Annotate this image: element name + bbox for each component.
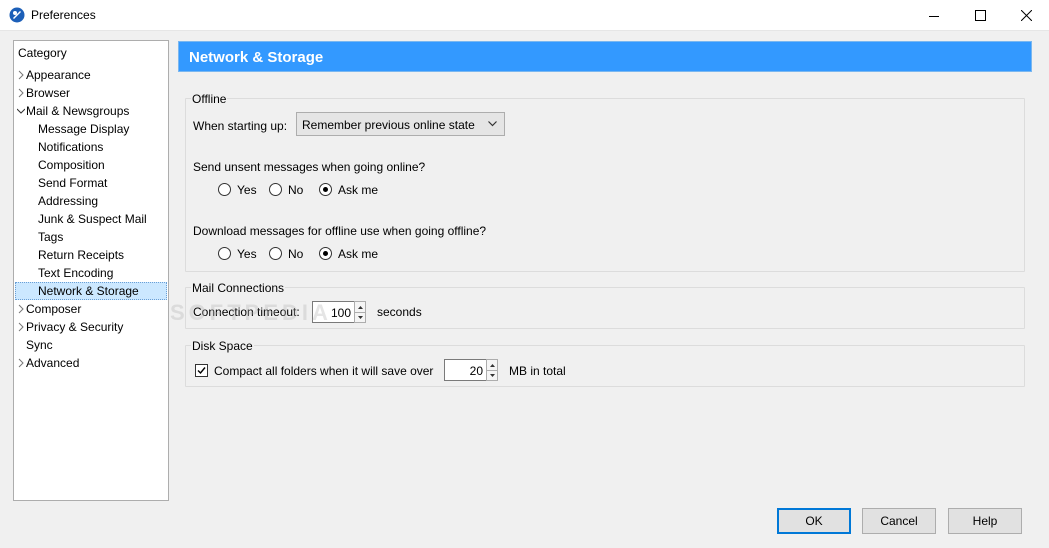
- send-yes-radio[interactable]: [218, 183, 231, 196]
- download-yes-label[interactable]: Yes: [237, 247, 257, 261]
- tree-item-notifications[interactable]: Notifications: [15, 138, 167, 156]
- compact-threshold-stepper[interactable]: 20: [444, 359, 498, 381]
- category-header: Category: [18, 46, 67, 60]
- tree-item-addressing[interactable]: Addressing: [15, 192, 167, 210]
- download-askme-radio[interactable]: [319, 247, 332, 260]
- tree-item-browser[interactable]: Browser: [15, 84, 167, 102]
- send-no-radio[interactable]: [269, 183, 282, 196]
- window-title: Preferences: [31, 8, 96, 22]
- chevron-right-icon[interactable]: [17, 304, 25, 314]
- maximize-icon: [974, 10, 986, 21]
- tree-item-composer[interactable]: Composer: [15, 300, 167, 318]
- send-askme-label[interactable]: Ask me: [338, 183, 378, 197]
- tree-item-message-display[interactable]: Message Display: [15, 120, 167, 138]
- arrow-up-icon: [357, 305, 363, 309]
- page-header: Network & Storage: [178, 41, 1032, 72]
- ok-button[interactable]: OK: [777, 508, 851, 534]
- compact-folders-label[interactable]: Compact all folders when it will save ov…: [214, 364, 433, 378]
- download-no-radio[interactable]: [269, 247, 282, 260]
- compact-threshold-value: 20: [469, 364, 483, 378]
- cancel-button[interactable]: Cancel: [862, 508, 936, 534]
- tree-item-sync[interactable]: Sync: [15, 336, 167, 354]
- help-button[interactable]: Help: [948, 508, 1022, 534]
- tree-item-send-format[interactable]: Send Format: [15, 174, 167, 192]
- send-yes-label[interactable]: Yes: [237, 183, 257, 197]
- minimize-icon: [929, 15, 939, 17]
- starting-up-value: Remember previous online state: [302, 118, 475, 132]
- connection-timeout-unit: seconds: [377, 305, 422, 319]
- download-offline-question: Download messages for offline use when g…: [193, 224, 487, 238]
- download-yes-radio[interactable]: [218, 247, 231, 260]
- send-no-label[interactable]: No: [288, 183, 303, 197]
- chevron-right-icon[interactable]: [17, 358, 25, 368]
- disk-space-legend: Disk Space: [191, 339, 254, 353]
- spin-down-button[interactable]: [355, 312, 365, 322]
- arrow-down-icon: [489, 374, 495, 377]
- arrow-down-icon: [357, 316, 363, 319]
- starting-up-label: When starting up:: [193, 119, 288, 133]
- tree-item-text-encoding[interactable]: Text Encoding: [15, 264, 167, 282]
- checkmark-icon: [197, 367, 206, 375]
- tree-item-tags[interactable]: Tags: [15, 228, 167, 246]
- compact-threshold-unit: MB in total: [509, 364, 566, 378]
- page-title: Network & Storage: [189, 49, 324, 66]
- category-tree[interactable]: Category Appearance Browser Mail & Newsg…: [13, 40, 169, 501]
- tree-item-advanced[interactable]: Advanced: [15, 354, 167, 372]
- connection-timeout-value: 100: [330, 306, 351, 320]
- spin-down-button[interactable]: [487, 370, 497, 380]
- starting-up-dropdown[interactable]: Remember previous online state: [296, 112, 505, 136]
- chevron-right-icon[interactable]: [17, 88, 25, 98]
- tree-item-mail-newsgroups[interactable]: Mail & Newsgroups: [15, 102, 167, 120]
- tree-item-composition[interactable]: Composition: [15, 156, 167, 174]
- send-askme-radio[interactable]: [319, 183, 332, 196]
- chevron-down-icon: [488, 121, 497, 127]
- spin-up-button[interactable]: [355, 302, 365, 312]
- tree-item-privacy-security[interactable]: Privacy & Security: [15, 318, 167, 336]
- minimize-button[interactable]: [911, 0, 957, 31]
- chevron-right-icon[interactable]: [17, 70, 25, 80]
- arrow-up-icon: [489, 363, 495, 367]
- compact-folders-checkbox[interactable]: [195, 364, 208, 377]
- app-logo-icon: [9, 7, 25, 23]
- mail-connections-legend: Mail Connections: [191, 281, 286, 295]
- tree-item-network-storage[interactable]: Network & Storage: [15, 282, 167, 300]
- spin-up-button[interactable]: [487, 360, 497, 370]
- title-bar: Preferences: [0, 0, 1049, 31]
- close-icon: [1020, 10, 1032, 21]
- watermark-logo: SOFTPEDIA: [170, 300, 332, 325]
- tree-item-appearance[interactable]: Appearance: [15, 66, 167, 84]
- download-askme-label[interactable]: Ask me: [338, 247, 378, 261]
- offline-legend: Offline: [191, 92, 228, 106]
- send-unsent-question: Send unsent messages when going online?: [193, 160, 426, 174]
- tree-item-return-receipts[interactable]: Return Receipts: [15, 246, 167, 264]
- tree-item-junk-suspect-mail[interactable]: Junk & Suspect Mail: [15, 210, 167, 228]
- chevron-down-icon[interactable]: [17, 106, 25, 116]
- chevron-right-icon[interactable]: [17, 322, 25, 332]
- close-button[interactable]: [1003, 0, 1049, 31]
- download-no-label[interactable]: No: [288, 247, 303, 261]
- maximize-button[interactable]: [957, 0, 1003, 31]
